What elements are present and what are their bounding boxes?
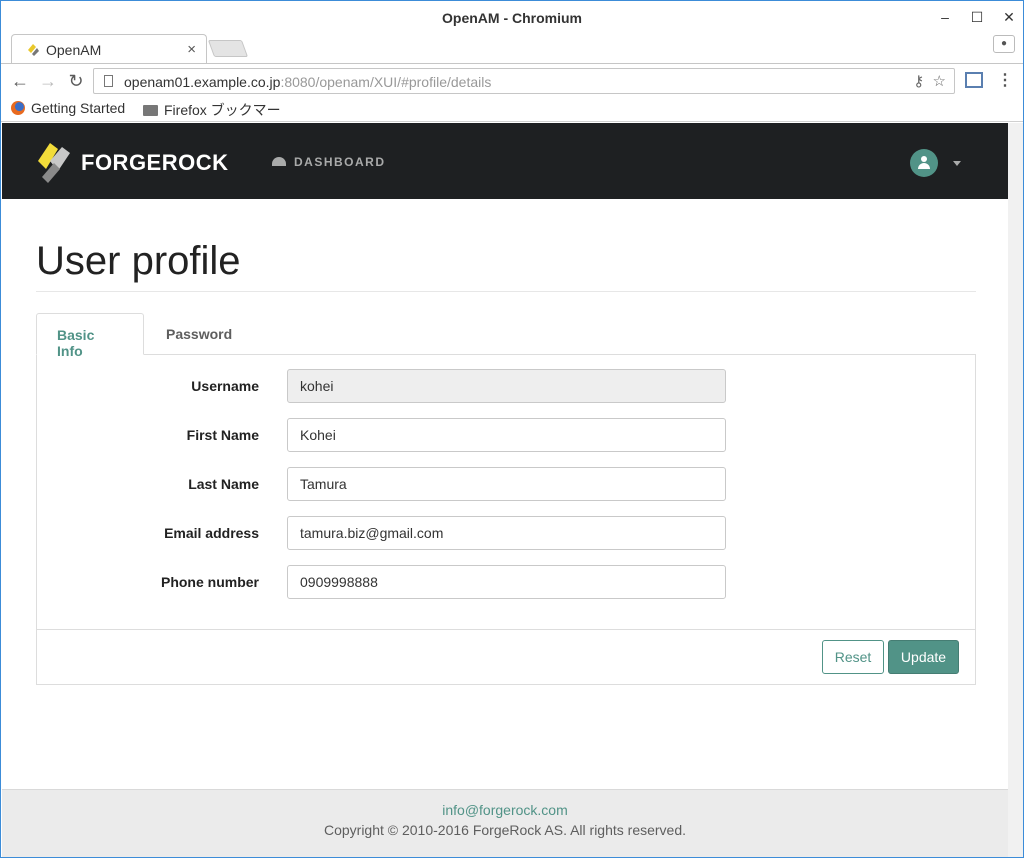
browser-tab-label: OpenAM: [46, 42, 102, 58]
footer-copyright: Copyright © 2010-2016 ForgeRock AS. All …: [323, 822, 687, 838]
form-row-phone: Phone number 0909998888: [37, 565, 977, 599]
browser-tab[interactable]: OpenAM ×: [11, 34, 207, 63]
firefox-icon: [11, 101, 25, 115]
nav-dashboard[interactable]: DASHBOARD: [272, 155, 386, 169]
phone-label: Phone number: [160, 574, 259, 590]
profile-icon[interactable]: ●: [993, 35, 1015, 53]
phone-field[interactable]: 0909998888: [287, 565, 726, 599]
tab-basic-info[interactable]: Basic Info: [36, 313, 144, 359]
close-window-button[interactable]: ✕: [995, 7, 1023, 27]
key-icon[interactable]: ⚷: [913, 73, 924, 90]
caret-down-icon[interactable]: [953, 161, 961, 166]
last-name-label: Last Name: [188, 476, 259, 492]
username-label: Username: [191, 378, 259, 394]
first-name-label: First Name: [186, 427, 259, 443]
star-icon[interactable]: ☆: [933, 73, 946, 90]
bookmark-firefox-folder[interactable]: Firefox ブックマー: [143, 100, 281, 120]
menu-icon[interactable]: ⋮: [997, 70, 1013, 90]
tab-strip: OpenAM × ●: [1, 31, 1023, 63]
footer-email-link[interactable]: info@forgerock.com: [2, 802, 1008, 818]
window-title: OpenAM - Chromium: [442, 10, 582, 26]
form-row-first-name: First Name Kohei: [37, 418, 977, 452]
bookmark-getting-started[interactable]: Getting Started: [11, 100, 125, 116]
last-name-field[interactable]: Tamura: [287, 467, 726, 501]
forward-arrow-icon[interactable]: →: [37, 70, 59, 92]
new-tab-button[interactable]: [207, 40, 249, 57]
user-icon-body: [918, 163, 930, 169]
nav-dashboard-label: DASHBOARD: [294, 155, 386, 169]
user-icon: [921, 156, 927, 162]
browser-toolbar: ← → ↻ openam01.example.co.jp:8080/openam…: [1, 63, 1023, 97]
profile-tabs: Basic Info Password: [36, 313, 976, 359]
minimize-button[interactable]: –: [931, 7, 959, 27]
back-arrow-icon[interactable]: ←: [9, 70, 31, 92]
openam-favicon-icon: [28, 44, 39, 56]
url-text: openam01.example.co.jp:8080/openam/XUI/#…: [124, 74, 491, 90]
folder-icon: [143, 105, 158, 116]
app-navbar: FORGEROCK DASHBOARD: [2, 123, 1008, 199]
address-bar[interactable]: openam01.example.co.jp:8080/openam/XUI/#…: [93, 68, 955, 94]
url-path: :8080/openam/XUI/#profile/details: [280, 74, 492, 90]
form-actions: Reset Update: [37, 629, 975, 685]
main-content: User profile Basic Info Password Usernam…: [2, 199, 1008, 789]
page-title: User profile: [36, 239, 241, 283]
brand-name: FORGEROCK: [81, 150, 229, 175]
reset-button[interactable]: Reset: [822, 640, 884, 674]
update-button[interactable]: Update: [888, 640, 959, 674]
close-icon[interactable]: ×: [187, 41, 196, 58]
address-bar-actions: ⚷ ☆: [913, 72, 946, 90]
title-divider: [36, 291, 976, 292]
page-scrollbar[interactable]: [1008, 123, 1023, 857]
title-bar: OpenAM - Chromium – ☐ ✕: [1, 1, 1023, 35]
bookmark-label: Getting Started: [31, 100, 126, 116]
form-row-email: Email address tamura.biz@gmail.com: [37, 516, 977, 550]
dashboard-gauge-icon: [272, 157, 286, 166]
maximize-button[interactable]: ☐: [963, 7, 991, 27]
url-host: openam01.example.co.jp: [124, 74, 281, 90]
first-name-field[interactable]: Kohei: [287, 418, 726, 452]
cast-icon[interactable]: [965, 72, 983, 88]
browser-window: OpenAM - Chromium – ☐ ✕ OpenAM × ● ← → ↻…: [0, 0, 1024, 858]
bookmarks-bar: Getting Started Firefox ブックマー: [1, 97, 1023, 122]
forgerock-logo[interactable]: FORGEROCK: [36, 139, 246, 183]
reload-icon[interactable]: ↻: [65, 70, 87, 92]
page-footer: info@forgerock.com Copyright © 2010-2016…: [2, 789, 1008, 857]
page-icon: [104, 75, 113, 87]
user-menu-avatar[interactable]: [910, 149, 938, 177]
email-field[interactable]: tamura.biz@gmail.com: [287, 516, 726, 550]
forgerock-logo-mark: [38, 143, 70, 183]
email-label: Email address: [164, 525, 259, 541]
username-field: kohei: [287, 369, 726, 403]
form-row-username: Username kohei: [37, 369, 977, 403]
bookmark-label: Firefox ブックマー: [164, 102, 281, 118]
tab-password[interactable]: Password: [146, 313, 252, 355]
form-row-last-name: Last Name Tamura: [37, 467, 977, 501]
basic-info-panel: Username kohei First Name Kohei Last Nam…: [36, 354, 976, 685]
